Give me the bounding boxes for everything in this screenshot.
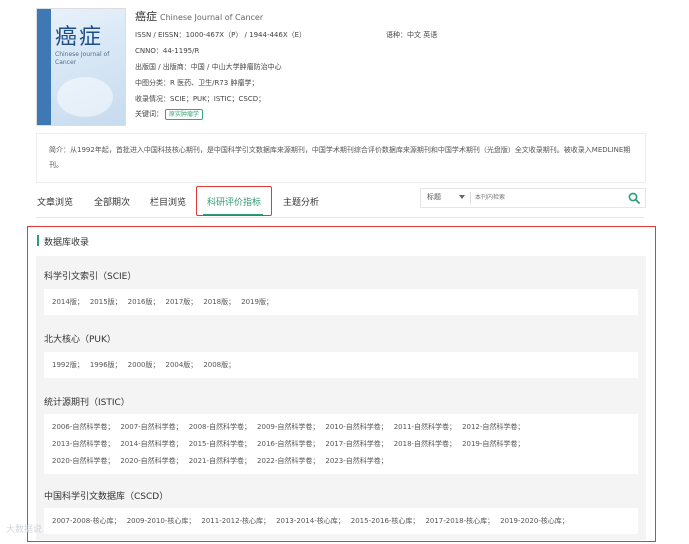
chevron-down-icon[interactable] xyxy=(459,195,465,199)
section-marker xyxy=(37,235,39,246)
version-item[interactable]: 2009-自然科学卷； xyxy=(257,423,319,431)
tab-highlight-box xyxy=(196,186,272,216)
version-item[interactable]: 2004版； xyxy=(165,361,197,369)
keywords-label: 关键词： xyxy=(135,110,163,118)
tab-divider xyxy=(36,217,644,218)
cover-subtitle: Chinese Journal of Cancer xyxy=(55,51,110,66)
version-item[interactable]: 2014-自然科学卷； xyxy=(120,440,182,448)
publisher-info: 出版国 / 出版商：中国 / 中山大学肿瘤防治中心 xyxy=(135,63,282,71)
journal-cover[interactable]: 癌症 Chinese Journal of Cancer xyxy=(36,8,126,126)
version-item[interactable]: 2017-自然科学卷； xyxy=(325,440,387,448)
version-item[interactable]: 2019版； xyxy=(241,298,273,306)
search-separator xyxy=(470,192,471,204)
language-info: 语种：中文 英语 xyxy=(386,31,438,39)
group-row: 2006-自然科学卷； 2007-自然科学卷； 2008-自然科学卷； 2009-自然… xyxy=(52,422,530,432)
journal-title-en: Chinese Journal of Cancer xyxy=(160,13,264,22)
indexed-info: 收录情况：SCIE；PUK；ISTIC；CSCD； xyxy=(135,95,266,103)
classification-info: 中图分类：R 医药、卫生/R73 肿瘤学； xyxy=(135,79,259,87)
group-title-scie: 科学引文索引（SCIE） xyxy=(44,272,137,282)
tab-all-issues[interactable]: 全部期次 xyxy=(94,195,130,208)
keywords-info: 关键词： 原实肿瘤学 xyxy=(135,109,204,120)
group-row: 2013-自然科学卷； 2014-自然科学卷； 2015-自然科学卷； 2016-自然… xyxy=(52,439,530,449)
version-item[interactable]: 2014版； xyxy=(52,298,84,306)
group-title-cscd: 中国科学引文数据库（CSCD） xyxy=(44,492,169,502)
version-item[interactable]: 2010-自然科学卷； xyxy=(325,423,387,431)
version-item[interactable]: 2017-2018-核心库； xyxy=(425,517,494,525)
version-item[interactable]: 2007-自然科学卷； xyxy=(120,423,182,431)
version-item[interactable]: 2006-自然科学卷； xyxy=(52,423,114,431)
cnno-info: CNNO：44-1195/R xyxy=(135,47,200,55)
search-field-select[interactable]: 标题 xyxy=(427,192,441,202)
version-item[interactable]: 2000版； xyxy=(128,361,160,369)
group-box-puk: 1992版； 1996版； 2000版； 2004版； 2008版； xyxy=(44,352,638,378)
cover-title: 癌症 xyxy=(55,25,104,50)
version-item[interactable]: 2013-2014-核心库； xyxy=(276,517,345,525)
journal-title: 癌症 Chinese Journal of Cancer xyxy=(135,8,263,24)
group-row: 1992版； 1996版； 2000版； 2004版； 2008版； xyxy=(52,360,241,370)
journal-intro: 简介：从1992年起，首批进入中国科技核心期刊，是中国科学引文数据库来源期刊，中… xyxy=(36,133,646,183)
group-row: 2007-2008-核心库； 2009-2010-核心库； 2011-2012-核心… xyxy=(52,516,575,526)
version-item[interactable]: 2007-2008-核心库； xyxy=(52,517,121,525)
version-item[interactable]: 2017版； xyxy=(165,298,197,306)
group-box-cscd: 2007-2008-核心库； 2009-2010-核心库； 2011-2012-核心… xyxy=(44,508,638,534)
version-item[interactable]: 2015版； xyxy=(90,298,122,306)
version-item[interactable]: 2020-自然科学卷； xyxy=(52,457,114,465)
intro-text: 简介：从1992年起，首批进入中国科技核心期刊，是中国科学引文数据库来源期刊，中… xyxy=(49,146,631,169)
version-item[interactable]: 2021-自然科学卷； xyxy=(189,457,251,465)
journal-title-cn: 癌症 xyxy=(135,10,157,23)
version-item[interactable]: 2011-自然科学卷； xyxy=(394,423,456,431)
cover-artwork xyxy=(57,77,113,117)
version-item[interactable]: 2020-自然科学卷； xyxy=(120,457,182,465)
version-item[interactable]: 2011-2012-核心库； xyxy=(201,517,270,525)
group-row: 2020-自然科学卷； 2020-自然科学卷； 2021-自然科学卷； 2022-自然… xyxy=(52,456,394,466)
version-item[interactable]: 2018-自然科学卷； xyxy=(394,440,456,448)
version-item[interactable]: 2009-2010-核心库； xyxy=(127,517,196,525)
tab-topic-analysis[interactable]: 主题分析 xyxy=(283,195,319,208)
search-input[interactable] xyxy=(475,191,615,205)
journal-search: 标题 xyxy=(420,188,646,208)
group-box-scie: 2014版； 2015版； 2016版； 2017版； 2018版； 2019版； xyxy=(44,289,638,315)
group-title-istic: 统计源期刊（ISTIC） xyxy=(44,398,130,408)
keyword-tag[interactable]: 原实肿瘤学 xyxy=(165,109,204,120)
group-title-puk: 北大核心（PUK） xyxy=(44,335,116,345)
tab-article-browse[interactable]: 文章浏览 xyxy=(37,195,73,208)
version-item[interactable]: 2016-自然科学卷； xyxy=(257,440,319,448)
version-item[interactable]: 2012-自然科学卷； xyxy=(462,423,524,431)
version-item[interactable]: 2013-自然科学卷； xyxy=(52,440,114,448)
version-item[interactable]: 2019-2020-核心库； xyxy=(500,517,569,525)
watermark: 大数据说 xyxy=(6,525,43,535)
version-item[interactable]: 2022-自然科学卷； xyxy=(257,457,319,465)
group-row: 2014版； 2015版； 2016版； 2017版； 2018版； 2019版； xyxy=(52,297,279,307)
version-item[interactable]: 2023-自然科学卷； xyxy=(325,457,387,465)
cover-stripe xyxy=(37,9,51,125)
issn-info: ISSN / EISSN：1000-467X（P） / 1944-446X（E） xyxy=(135,31,307,39)
version-item[interactable]: 2019-自然科学卷； xyxy=(462,440,524,448)
tab-column-browse[interactable]: 栏目浏览 xyxy=(150,195,186,208)
group-box-istic: 2006-自然科学卷； 2007-自然科学卷； 2008-自然科学卷； 2009-自然… xyxy=(44,414,638,474)
version-item[interactable]: 1992版； xyxy=(52,361,84,369)
version-item[interactable]: 1996版； xyxy=(90,361,122,369)
version-item[interactable]: 2008版； xyxy=(203,361,235,369)
section-title: 数据库收录 xyxy=(44,238,90,248)
version-item[interactable]: 2016版； xyxy=(128,298,160,306)
version-item[interactable]: 2018版； xyxy=(203,298,235,306)
version-item[interactable]: 2015-2016-核心库； xyxy=(351,517,420,525)
version-item[interactable]: 2015-自然科学卷； xyxy=(189,440,251,448)
version-item[interactable]: 2008-自然科学卷； xyxy=(189,423,251,431)
search-icon[interactable] xyxy=(628,192,640,204)
